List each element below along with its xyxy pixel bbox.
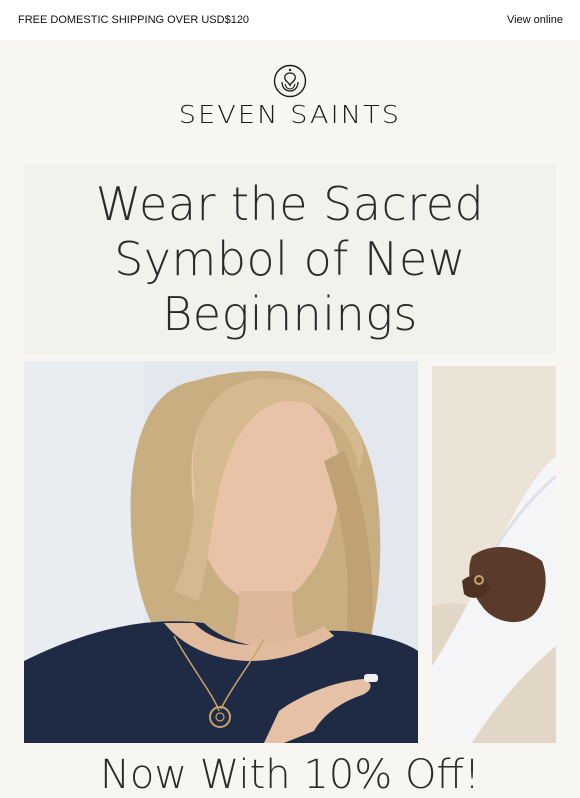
shipping-notice: FREE DOMESTIC SHIPPING OVER USD$120 [18,14,250,26]
announcement-bar: FREE DOMESTIC SHIPPING OVER USD$120 View… [0,0,580,40]
hero-headline: Wear the Sacred Symbol of New Beginnings [95,176,485,341]
view-online-link[interactable]: View online [507,14,563,26]
product-photo-hand[interactable] [432,366,556,743]
hand-photo-illustration [432,366,556,743]
model-photo-illustration [24,361,418,743]
offer-subheading: Now With 10% Off! [99,752,481,798]
brand-logo[interactable]: SEVEN SAINTS [0,64,580,129]
hero-banner: Wear the Sacred Symbol of New Beginnings [24,164,556,354]
product-photo-model[interactable] [24,361,418,743]
seven-saints-emblem-icon [273,64,307,98]
brand-name: SEVEN SAINTS [178,100,402,129]
